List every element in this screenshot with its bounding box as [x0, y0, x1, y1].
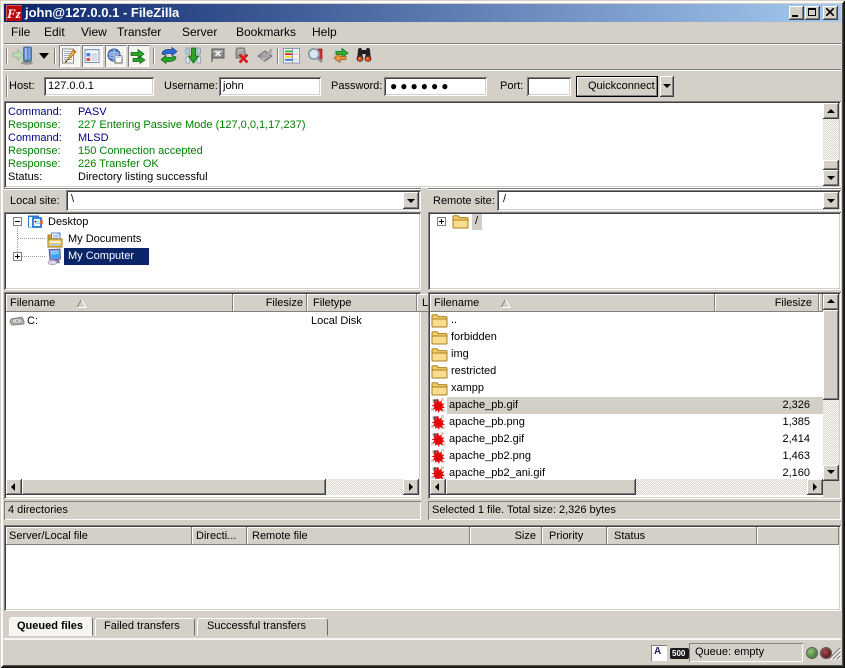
svg-text:Fz: Fz	[6, 6, 22, 21]
